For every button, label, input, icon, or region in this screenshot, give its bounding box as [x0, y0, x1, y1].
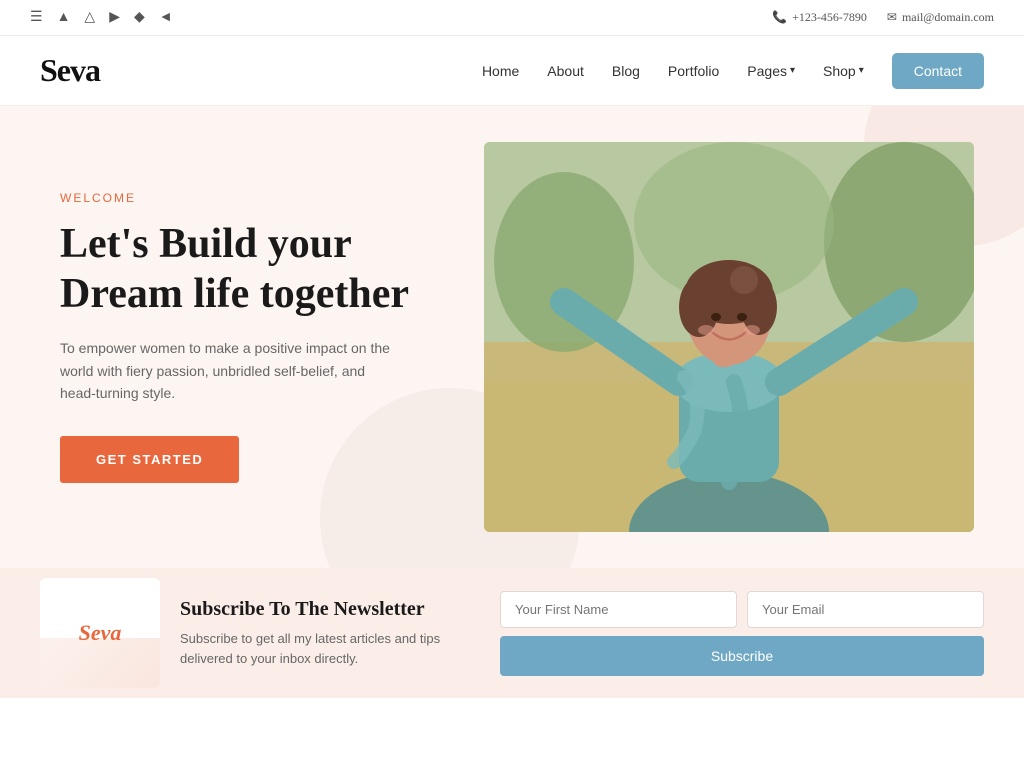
main-nav: Home About Blog Portfolio Pages Shop Con…: [482, 53, 984, 89]
youtube-icon[interactable]: ▶: [109, 9, 120, 26]
instagram-icon[interactable]: △: [84, 9, 95, 26]
email-address: mail@domain.com: [902, 10, 994, 25]
newsletter-description: Subscribe to get all my latest articles …: [180, 629, 480, 668]
hero-welcome-label: Welcome: [60, 191, 480, 205]
nav-home[interactable]: Home: [482, 63, 519, 79]
newsletter-text: Subscribe To The Newsletter Subscribe to…: [180, 598, 480, 668]
menu-icon[interactable]: ☰: [30, 9, 43, 26]
hero-title-line2: Dream life together: [60, 271, 409, 317]
nav-pages[interactable]: Pages: [747, 63, 795, 79]
hero-title-line1: Let's Build your: [60, 221, 352, 267]
newsletter-logo-card: Seva: [40, 578, 160, 688]
contact-button[interactable]: Contact: [892, 53, 984, 89]
hero-content: Welcome Let's Build your Dream life toge…: [60, 191, 480, 484]
pinterest-icon[interactable]: ◆: [134, 9, 145, 26]
email-input[interactable]: [747, 591, 984, 628]
phone-number: +123-456-7890: [792, 10, 867, 25]
nav-portfolio[interactable]: Portfolio: [668, 63, 719, 79]
newsletter-title: Subscribe To The Newsletter: [180, 598, 480, 621]
hero-cta-button[interactable]: GET STARTED: [60, 436, 239, 483]
header: Seva Home About Blog Portfolio Pages Sho…: [0, 36, 1024, 106]
first-name-input[interactable]: [500, 591, 737, 628]
contact-info: 📞 +123-456-7890 ✉ mail@domain.com: [772, 10, 994, 25]
email-icon: ✉: [887, 10, 897, 25]
social-icons: ☰ ▲ △ ▶ ◆ ◄: [30, 9, 173, 26]
site-logo[interactable]: Seva: [40, 52, 100, 89]
nav-about[interactable]: About: [547, 63, 584, 79]
newsletter-logo: Seva: [79, 620, 122, 646]
hero-image: [484, 142, 974, 532]
hero-section: Welcome Let's Build your Dream life toge…: [0, 106, 1024, 568]
nav-shop[interactable]: Shop: [823, 63, 864, 79]
phone-icon: 📞: [772, 10, 787, 25]
hero-description: To empower women to make a positive impa…: [60, 337, 400, 404]
hero-title: Let's Build your Dream life together: [60, 219, 480, 320]
newsletter-form: Subscribe: [500, 591, 984, 676]
nav-blog[interactable]: Blog: [612, 63, 640, 79]
phone-info: 📞 +123-456-7890: [772, 10, 867, 25]
newsletter-inputs: [500, 591, 984, 628]
top-bar: ☰ ▲ △ ▶ ◆ ◄ 📞 +123-456-7890 ✉ mail@domai…: [0, 0, 1024, 36]
newsletter-section: Seva Subscribe To The Newsletter Subscri…: [0, 568, 1024, 698]
subscribe-button[interactable]: Subscribe: [500, 636, 984, 676]
twitter-icon[interactable]: ◄: [159, 10, 173, 26]
email-info: ✉ mail@domain.com: [887, 10, 994, 25]
facebook-icon[interactable]: ▲: [57, 10, 71, 26]
hero-photo: [484, 142, 974, 532]
